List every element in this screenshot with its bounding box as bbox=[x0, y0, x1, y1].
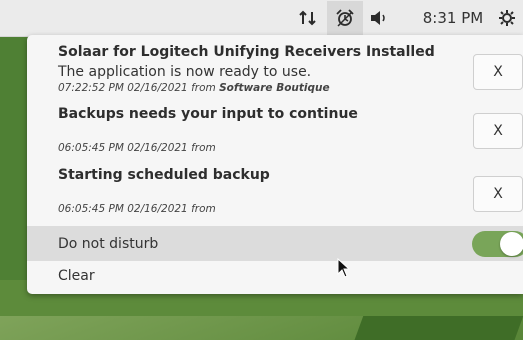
alarm-clock-icon bbox=[336, 9, 354, 27]
notification-timestamp: 06:05:45 PM 02/16/2021 from bbox=[58, 203, 216, 215]
do-not-disturb-label: Do not disturb bbox=[58, 235, 159, 252]
system-menu-indicator[interactable] bbox=[490, 0, 523, 36]
notification-timestamp: 07:22:52 PM 02/16/2021 from Software Bou… bbox=[58, 82, 330, 94]
notification-title: Backups needs your input to continue bbox=[58, 106, 358, 122]
close-notification-button[interactable]: X bbox=[473, 54, 523, 90]
volume-icon bbox=[371, 11, 385, 25]
timestamp-text: 06:05:45 PM 02/16/2021 from bbox=[58, 203, 216, 215]
close-notification-button[interactable]: X bbox=[473, 113, 523, 149]
notification-timestamp: 06:05:45 PM 02/16/2021 from bbox=[58, 142, 216, 154]
mouse-cursor-icon bbox=[337, 258, 351, 278]
notification-title: Solaar for Logitech Unifying Receivers I… bbox=[58, 44, 435, 60]
do-not-disturb-toggle[interactable] bbox=[472, 231, 523, 257]
notification-popup: Solaar for Logitech Unifying Receivers I… bbox=[27, 35, 523, 294]
notification-title: Starting scheduled backup bbox=[58, 167, 270, 183]
volume-indicator[interactable] bbox=[362, 0, 396, 36]
timestamp-text: 06:05:45 PM 02/16/2021 from bbox=[58, 142, 216, 154]
toggle-knob bbox=[500, 232, 523, 256]
notification-body: The application is now ready to use. bbox=[58, 64, 312, 80]
network-indicator[interactable] bbox=[288, 0, 328, 36]
clear-button[interactable]: Clear bbox=[27, 261, 523, 294]
notifications-indicator[interactable] bbox=[327, 1, 363, 35]
clear-label: Clear bbox=[58, 268, 95, 284]
timestamp-text: 07:22:52 PM 02/16/2021 from bbox=[58, 82, 216, 94]
close-notification-button[interactable]: X bbox=[473, 176, 523, 212]
clock[interactable]: 8:31 PM bbox=[418, 0, 488, 36]
notification-source: Software Boutique bbox=[219, 82, 330, 94]
system-menu-icon bbox=[498, 10, 515, 26]
network-arrows-icon bbox=[299, 10, 316, 26]
top-panel: 8:31 PM bbox=[0, 0, 523, 37]
do-not-disturb-row[interactable]: Do not disturb bbox=[27, 226, 523, 261]
